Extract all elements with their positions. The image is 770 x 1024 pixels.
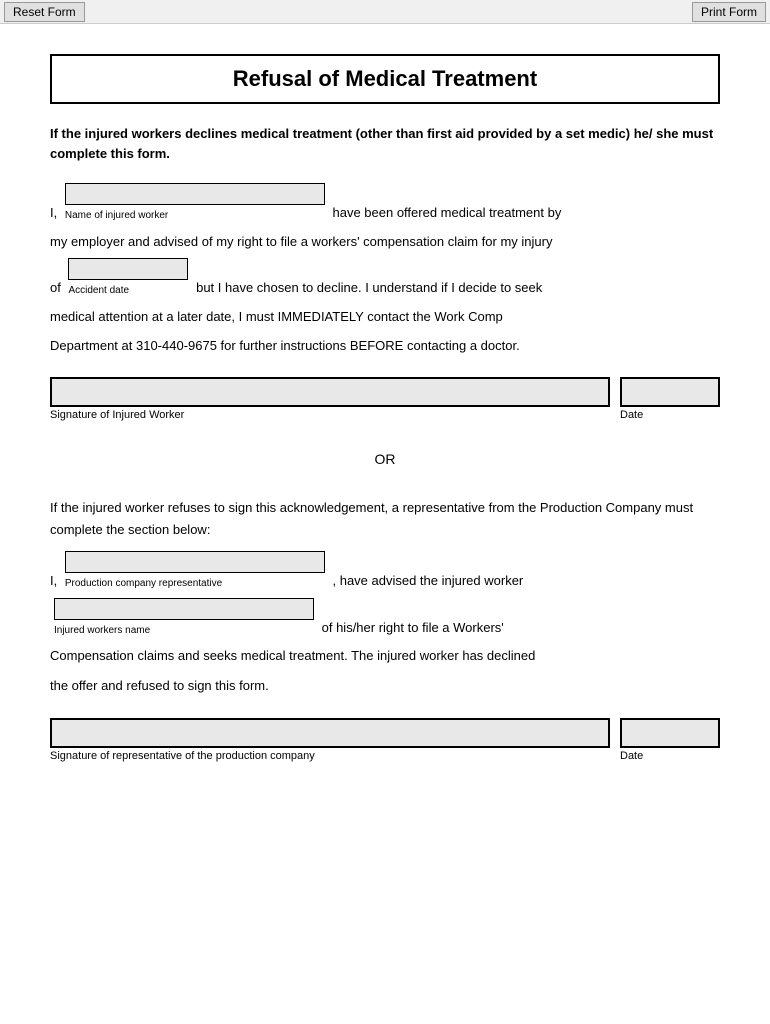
section2-signature-row: Signature of representative of the produ… [50, 718, 720, 762]
rep-date-field: Date [620, 718, 720, 762]
injured-worker-name-input[interactable] [65, 183, 325, 205]
worker-date-field: Date [620, 377, 720, 421]
section1-line3: of Accident date but I have chosen to de… [50, 258, 720, 301]
name-field-wrapper: Name of injured worker [65, 183, 325, 226]
accident-date-input[interactable] [68, 258, 188, 280]
print-button[interactable]: Print Form [692, 2, 766, 22]
section2-line3: Compensation claims and seeks medical tr… [50, 645, 720, 667]
section2-line1: I, Production company representative , h… [50, 551, 720, 594]
or-divider: OR [50, 451, 720, 467]
worker-date-label: Date [620, 409, 720, 421]
form-title-box: Refusal of Medical Treatment [50, 54, 720, 104]
worker-signature-input[interactable] [50, 377, 610, 407]
accident-date-field-wrapper: Accident date [68, 258, 188, 301]
section1-line5: Department at 310-440-9675 for further i… [50, 334, 720, 357]
toolbar: Reset Form Print Form [0, 0, 770, 24]
form-title: Refusal of Medical Treatment [62, 66, 708, 92]
rep-name-input[interactable] [65, 551, 325, 573]
rep-name-label: Production company representative [65, 574, 325, 594]
section2-line1-prefix: I, [50, 573, 57, 588]
section1-line4: medical attention at a later date, I mus… [50, 305, 720, 328]
intro-text: If the injured workers declines medical … [50, 124, 720, 163]
worker-sig-label: Signature of Injured Worker [50, 409, 610, 421]
rep-signature-input[interactable] [50, 718, 610, 748]
rep-date-label: Date [620, 750, 720, 762]
section1-line2: my employer and advised of my right to f… [50, 230, 720, 253]
line3-suffix: but I have chosen to decline. I understa… [196, 280, 542, 295]
form-content: Refusal of Medical Treatment If the inju… [0, 24, 770, 797]
refusal-notice: If the injured worker refuses to sign th… [50, 497, 720, 541]
injured-name2-label: Injured workers name [54, 621, 314, 641]
line1-suffix: have been offered medical treatment by [332, 205, 561, 220]
section2-line1-suffix: , have advised the injured worker [332, 573, 523, 588]
worker-date-input[interactable] [620, 377, 720, 407]
section1: I, Name of injured worker have been offe… [50, 183, 720, 421]
rep-date-input[interactable] [620, 718, 720, 748]
injured-name2-input[interactable] [54, 598, 314, 620]
worker-sig-field: Signature of Injured Worker [50, 377, 610, 421]
name-field-label: Name of injured worker [65, 206, 325, 226]
line1-prefix: I, [50, 205, 57, 220]
or-text: OR [375, 451, 396, 467]
section2-line2-suffix: of his/her right to file a Workers' [322, 620, 504, 635]
rep-sig-field: Signature of representative of the produ… [50, 718, 610, 762]
section2-line4: the offer and refused to sign this form. [50, 675, 720, 697]
accident-date-label: Accident date [68, 281, 188, 301]
section2-line2: Injured workers name of his/her right to… [50, 598, 720, 641]
section1-line1: I, Name of injured worker have been offe… [50, 183, 720, 226]
rep-sig-label: Signature of representative of the produ… [50, 750, 610, 762]
rep-name-field-wrapper: Production company representative [65, 551, 325, 594]
line3-prefix: of [50, 280, 61, 295]
injured-name2-field-wrapper: Injured workers name [54, 598, 314, 641]
section1-signature-row: Signature of Injured Worker Date [50, 377, 720, 421]
section2: If the injured worker refuses to sign th… [50, 497, 720, 761]
reset-button[interactable]: Reset Form [4, 2, 85, 22]
